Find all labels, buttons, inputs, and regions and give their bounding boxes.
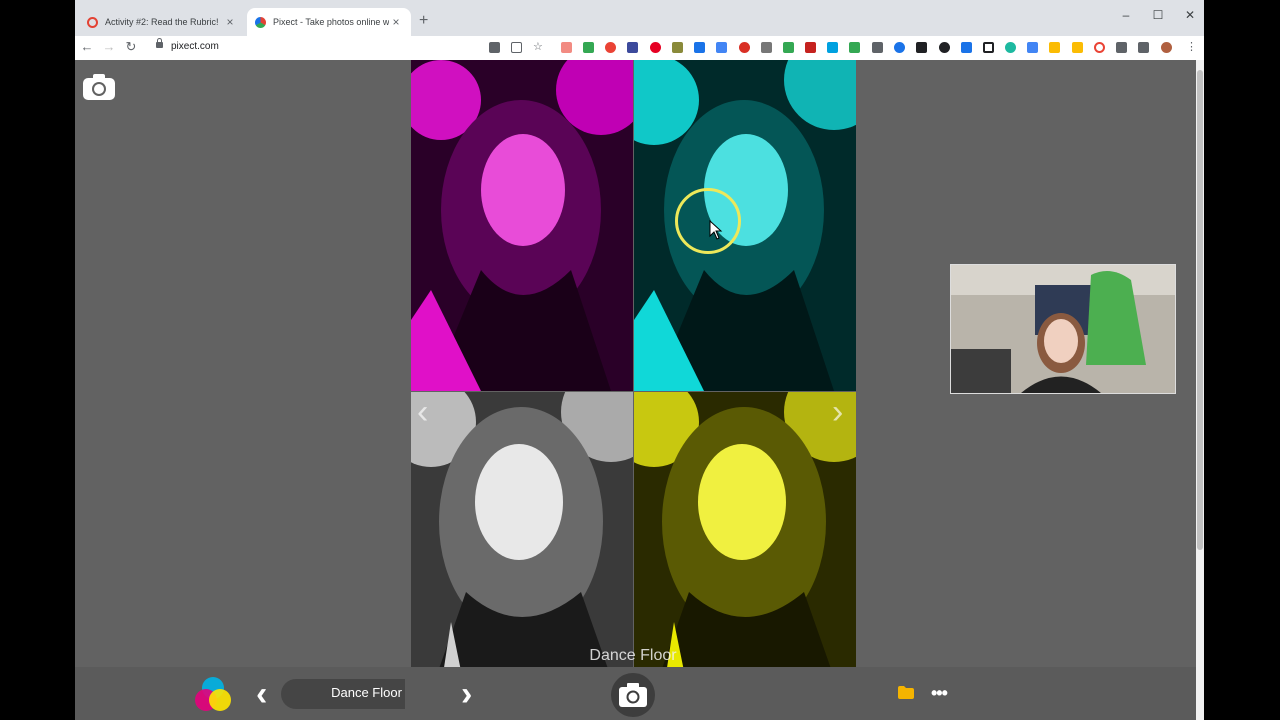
back-button[interactable]: ←: [79, 39, 95, 55]
extension-icon[interactable]: [939, 42, 950, 53]
extension-icon[interactable]: [672, 42, 683, 53]
extension-icon[interactable]: [739, 42, 750, 53]
close-window-button[interactable]: ✕: [1175, 8, 1204, 22]
reload-button[interactable]: ↻: [123, 39, 139, 55]
photo-grid: [411, 60, 856, 720]
extension-icon[interactable]: [783, 42, 794, 53]
scrollbar-thumb[interactable]: [1197, 70, 1203, 550]
extension-icon[interactable]: [1005, 42, 1016, 53]
filter-prev-button[interactable]: ‹: [256, 677, 267, 711]
browser-toolbar: ← → ↻ pixect.com ☆ ⋮: [75, 36, 1204, 61]
kebab-menu-icon[interactable]: ⋮: [1186, 42, 1197, 53]
tab-strip: Activity #2: Read the Rubric! × Pixect -…: [75, 0, 1204, 36]
forward-button[interactable]: →: [101, 39, 117, 55]
extension-icon[interactable]: [1072, 42, 1083, 53]
extension-icon[interactable]: [872, 42, 883, 53]
cursor-highlight: [675, 188, 741, 254]
folder-icon[interactable]: [898, 686, 914, 699]
extension-icon[interactable]: [894, 42, 905, 53]
maximize-button[interactable]: ☐: [1143, 8, 1173, 22]
pixect-logo-icon[interactable]: [193, 675, 233, 715]
extension-icon[interactable]: [694, 42, 705, 53]
photo-cyan: [634, 60, 856, 391]
camera-icon[interactable]: [82, 73, 116, 101]
carousel-prev-button[interactable]: ‹: [417, 395, 428, 429]
extension-icon[interactable]: [961, 42, 972, 53]
minimize-button[interactable]: –: [1111, 8, 1141, 22]
tab-favicon-icon: [255, 16, 266, 28]
star-icon[interactable]: ☆: [533, 42, 544, 53]
extension-icon[interactable]: [1049, 42, 1060, 53]
extension-icon[interactable]: [627, 42, 638, 53]
tab-favicon-icon: [87, 16, 98, 28]
filter-next-button[interactable]: ›: [461, 677, 472, 711]
new-tab-button[interactable]: +: [419, 12, 428, 30]
shutter-button[interactable]: [611, 673, 655, 717]
reading-list-icon[interactable]: [1138, 42, 1149, 53]
shutter-camera-icon: [619, 683, 647, 707]
avatar[interactable]: [1161, 42, 1172, 53]
tab-close-icon[interactable]: ×: [389, 15, 403, 29]
mouse-cursor-icon: [709, 220, 723, 240]
pinterest-icon[interactable]: [650, 42, 661, 53]
extension-icon[interactable]: [561, 42, 572, 53]
tab-title: Activity #2: Read the Rubric!: [105, 17, 219, 27]
puzzle-icon[interactable]: [1116, 42, 1127, 53]
page-scrollbar[interactable]: [1196, 60, 1204, 720]
carousel-next-button[interactable]: ›: [832, 395, 843, 429]
extension-icon[interactable]: [916, 42, 927, 53]
extension-icon[interactable]: [605, 42, 616, 53]
lock-icon: [156, 38, 163, 48]
extension-icon[interactable]: [805, 42, 816, 53]
address-bar[interactable]: pixect.com: [171, 41, 219, 52]
more-icon[interactable]: •••: [931, 683, 948, 704]
extension-icon[interactable]: [761, 42, 772, 53]
extension-icon[interactable]: [983, 42, 994, 53]
webcam-overlay: [950, 264, 1176, 394]
tab-activity-rubric[interactable]: Activity #2: Read the Rubric! ×: [79, 8, 245, 36]
photo-magenta: [411, 60, 633, 391]
cast-icon[interactable]: [511, 42, 522, 53]
tab-close-icon[interactable]: ×: [223, 15, 237, 29]
extension-icon[interactable]: [583, 42, 594, 53]
camera-extension-icon[interactable]: [489, 42, 500, 53]
filter-name: Dance Floor: [331, 685, 402, 700]
extension-icon[interactable]: [1027, 42, 1038, 53]
extension-icon[interactable]: [716, 42, 727, 53]
tab-pixect[interactable]: Pixect - Take photos online with ×: [247, 8, 411, 36]
effect-overlay-label: Dance Floor: [589, 647, 677, 664]
tab-title: Pixect - Take photos online with: [273, 17, 389, 27]
pixect-page: ‹ › ‹ Dance Floor › Dance Floor •••: [75, 60, 1196, 720]
browser-window: Activity #2: Read the Rubric! × Pixect -…: [75, 0, 1204, 720]
extension-icon[interactable]: [1094, 42, 1105, 53]
extension-icon[interactable]: [849, 42, 860, 53]
extension-icon[interactable]: [827, 42, 838, 53]
